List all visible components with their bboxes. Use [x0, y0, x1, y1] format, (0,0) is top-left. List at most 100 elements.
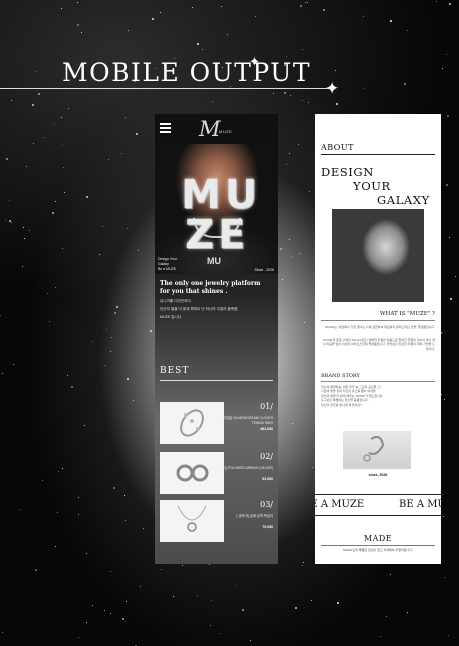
- star-dot: [57, 512, 59, 514]
- star-dot: [109, 571, 111, 573]
- product-price: 482,000: [260, 427, 273, 431]
- star-dot: [63, 166, 65, 168]
- sparkle-icon: ✦: [249, 54, 260, 69]
- hero-small-logo: MU: [207, 256, 221, 266]
- star-dot: [113, 311, 116, 314]
- star-dot: [116, 306, 119, 309]
- star-dot: [26, 165, 28, 167]
- star-dot: [444, 398, 446, 400]
- star-dot: [212, 101, 214, 103]
- star-dot: [104, 610, 106, 612]
- star-dot: [159, 11, 161, 13]
- star-dot: [80, 32, 82, 34]
- star-dot: [13, 364, 15, 366]
- star-dot: [106, 329, 108, 331]
- about-paragraph: 'MUZE'는 '세상에서 가장 빛나는 나를 표현하여 위로를이 흘러드리는 …: [324, 325, 435, 329]
- star-dot: [309, 191, 311, 193]
- star-dot: [8, 219, 11, 222]
- star-dot: [449, 3, 452, 6]
- star-dot: [286, 55, 288, 57]
- star-dot: [197, 594, 199, 596]
- star-dot: [62, 247, 64, 249]
- intro-section: The only one jewelry platform for you th…: [155, 274, 278, 320]
- marquee-banner: BE A MUZE BE A MUZE: [315, 494, 441, 516]
- star-dot: [110, 612, 112, 614]
- star-dot: [29, 229, 31, 231]
- star-dot: [336, 601, 339, 604]
- star-dot: [390, 574, 392, 576]
- star-dot: [362, 88, 364, 90]
- product-number: 02/: [260, 452, 273, 461]
- product-name[interactable]: [ 큐빅/자] 글래 큐빅 목걸이: [215, 514, 273, 519]
- product-image[interactable]: [160, 452, 224, 494]
- sparkle-icon: ✦: [325, 79, 340, 98]
- star-dot: [11, 99, 13, 101]
- star-dot: [290, 94, 292, 96]
- headline-rule: [0, 88, 335, 89]
- star-dot: [173, 595, 175, 597]
- star-dot: [446, 53, 448, 55]
- star-dot: [85, 196, 88, 199]
- star-dot: [102, 226, 104, 228]
- product-image[interactable]: [160, 500, 224, 542]
- star-dot: [1, 632, 3, 634]
- star-dot: [406, 30, 408, 32]
- star-dot: [407, 612, 409, 614]
- made-divider: [321, 545, 435, 546]
- star-dot: [98, 254, 100, 256]
- hero-word-bottom: ZE: [185, 212, 250, 258]
- about-paragraph: 'MUZE'의 뜻은 구체적 'Muse'(뮤즈) 영예적 주얼리 마음으로 펼…: [322, 338, 435, 351]
- star-dot: [125, 520, 127, 522]
- hero-side-text: Be a MUZE: [158, 267, 177, 271]
- muze-logo[interactable]: M MUZE: [199, 117, 233, 141]
- star-dot: [133, 400, 135, 402]
- star-dot: [300, 4, 303, 7]
- star-dot: [298, 144, 300, 146]
- product-name[interactable]: [메르디] POLISHED ARRING (SILVER): [215, 466, 273, 471]
- star-dot: [307, 1, 309, 3]
- star-dot: [290, 256, 292, 258]
- star-dot: [121, 152, 123, 154]
- product-card[interactable]: 03/ [ 큐빅/자] 글래 큐빅 목걸이 79,000: [160, 500, 273, 542]
- hamburger-menu-icon[interactable]: [160, 123, 171, 135]
- star-dot: [446, 184, 449, 187]
- star-dot: [138, 249, 140, 251]
- star-dot: [71, 386, 74, 389]
- star-dot: [448, 635, 450, 637]
- star-dot: [302, 99, 304, 101]
- star-dot: [288, 153, 290, 155]
- star-dot: [2, 373, 4, 375]
- star-dot: [54, 122, 56, 124]
- star-dot: [308, 102, 310, 104]
- star-dot: [51, 211, 54, 214]
- product-card[interactable]: 02/ [메르디] POLISHED ARRING (SILVER) 63,00…: [160, 452, 273, 494]
- star-dot: [282, 278, 284, 280]
- star-dot: [34, 70, 36, 72]
- star-dot: [336, 103, 339, 106]
- star-dot: [219, 632, 221, 634]
- star-dot: [54, 545, 56, 547]
- star-dot: [11, 222, 13, 224]
- star-dot: [143, 527, 145, 529]
- star-dot: [380, 635, 382, 637]
- top-nav-bar: M MUZE: [155, 114, 278, 144]
- star-dot: [61, 467, 63, 469]
- product-card[interactable]: 01/ [오리지널] VN MONOGRAM CLOVER TENNIS RIN…: [160, 402, 273, 444]
- design-line-1: DESIGN: [321, 165, 374, 179]
- star-dot: [449, 237, 451, 239]
- star-dot: [62, 144, 64, 146]
- star-dot: [301, 49, 303, 51]
- star-dot: [49, 320, 51, 322]
- star-dot: [390, 20, 392, 23]
- design-line-2: YOUR: [353, 179, 391, 193]
- page-headline: MOBILE OUTPUT: [62, 58, 312, 87]
- star-dot: [284, 92, 287, 95]
- star-dot: [135, 132, 138, 135]
- star-dot: [58, 470, 60, 472]
- product-name[interactable]: [오리지널] VN MONOGRAM CLOVER TENNIS RING: [215, 416, 273, 426]
- star-dot: [385, 616, 387, 618]
- star-dot: [295, 606, 298, 609]
- mobile-about-screen: ABOUT DESIGN YOUR GALAXY WHAT IS "MUZE" …: [315, 114, 441, 564]
- star-dot: [113, 487, 116, 490]
- star-dot: [192, 7, 194, 9]
